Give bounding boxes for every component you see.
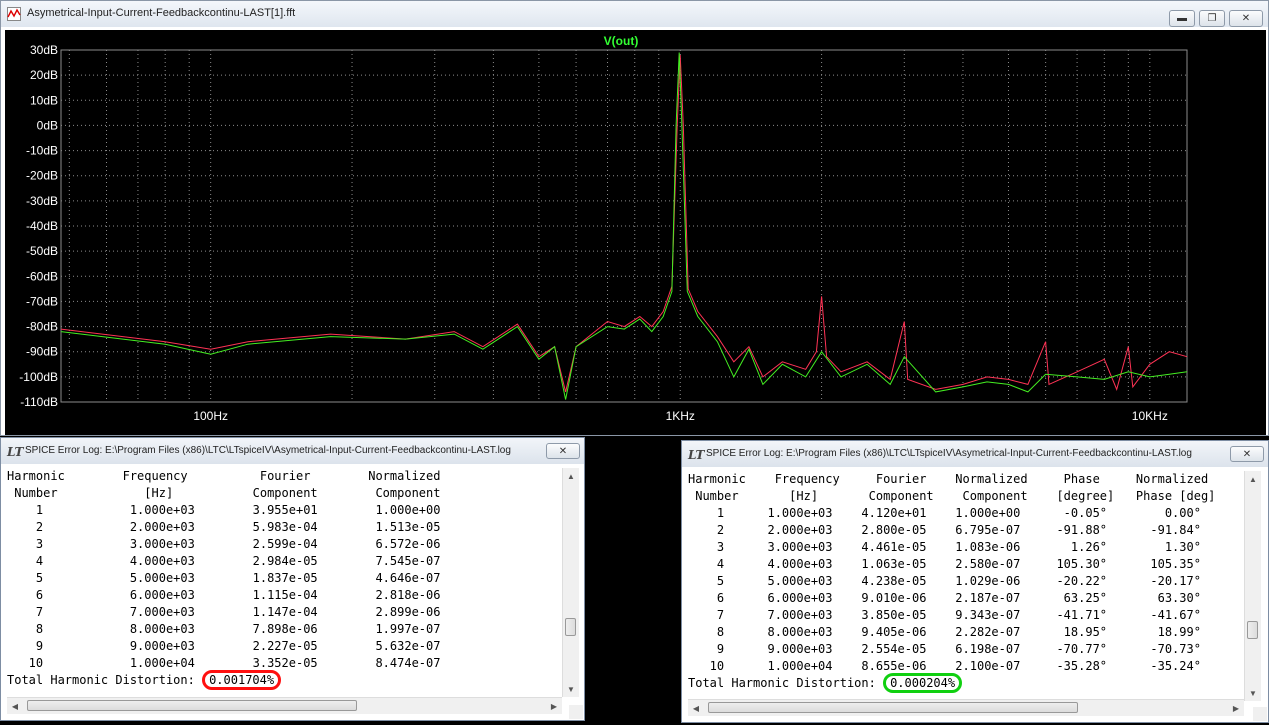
restore-button[interactable]: ❐ bbox=[1199, 10, 1225, 27]
log1-harmonics-table: Harmonic Frequency Fourier Normalized Nu… bbox=[7, 469, 441, 670]
scroll-right-icon[interactable]: ▶ bbox=[1228, 700, 1244, 716]
log1-thd-line: Total Harmonic Distortion: 0.001704% bbox=[7, 670, 562, 690]
close-icon: ✕ bbox=[558, 445, 568, 457]
ltspice-logo-icon: LT bbox=[688, 448, 705, 462]
scroll-thumb[interactable] bbox=[1247, 621, 1258, 639]
scroll-down-icon[interactable]: ▼ bbox=[1245, 685, 1261, 701]
spice-log-window-1: LT SPICE Error Log: E:\Program Files (x8… bbox=[0, 437, 585, 721]
log2-harmonics-table: Harmonic Frequency Fourier Normalized Ph… bbox=[688, 472, 1216, 673]
resize-grip[interactable] bbox=[569, 705, 583, 719]
log2-horizontal-scrollbar[interactable]: ◀ ▶ bbox=[688, 699, 1244, 716]
log1-text-area[interactable]: Harmonic Frequency Fourier Normalized Nu… bbox=[7, 468, 562, 695]
minimize-button[interactable]: ▬ bbox=[1169, 10, 1195, 27]
resize-grip[interactable] bbox=[1253, 707, 1267, 721]
series-line-1 bbox=[60, 54, 1188, 393]
thd-label: Total Harmonic Distortion: bbox=[688, 676, 884, 690]
y-tick-label: 10dB bbox=[30, 93, 58, 107]
close-icon: ✕ bbox=[1241, 13, 1251, 24]
plot-title[interactable]: V(out) bbox=[604, 34, 639, 48]
close-icon: ✕ bbox=[1242, 448, 1252, 460]
y-tick-label: -100dB bbox=[19, 370, 58, 384]
log2-thd-line: Total Harmonic Distortion: 0.000204% bbox=[688, 673, 1241, 693]
y-tick-label: -110dB bbox=[20, 395, 58, 409]
log2-close-button[interactable]: ✕ bbox=[1230, 446, 1264, 462]
y-tick-label: -70dB bbox=[26, 294, 58, 308]
x-tick-label: 1KHz bbox=[666, 409, 695, 423]
log2-title-bar[interactable]: LT SPICE Error Log: E:\Program Files (x8… bbox=[682, 441, 1268, 467]
y-tick-label: -60dB bbox=[26, 269, 58, 283]
scroll-thumb[interactable] bbox=[708, 702, 1078, 713]
log1-vertical-scrollbar[interactable]: ▲ ▼ bbox=[562, 468, 579, 697]
scroll-right-icon[interactable]: ▶ bbox=[546, 698, 562, 714]
y-tick-label: 30dB bbox=[30, 43, 58, 57]
thd-value-highlight: 0.001704% bbox=[202, 670, 282, 690]
close-button[interactable]: ✕ bbox=[1229, 10, 1263, 27]
scroll-up-icon[interactable]: ▲ bbox=[563, 468, 579, 484]
spice-log-window-2: LT SPICE Error Log: E:\Program Files (x8… bbox=[681, 440, 1269, 723]
y-tick-label: 0dB bbox=[37, 118, 58, 132]
log1-horizontal-scrollbar[interactable]: ◀ ▶ bbox=[7, 697, 562, 714]
thd-value-highlight: 0.000204% bbox=[883, 673, 963, 693]
y-axis-labels: 30dB 20dB 10dB 0dB -10dB -20dB -30dB -40dB -50dB… bbox=[19, 43, 58, 409]
x-tick-label: 100Hz bbox=[193, 409, 228, 423]
y-tick-label: 20dB bbox=[30, 68, 58, 82]
y-tick-label: -10dB bbox=[26, 144, 58, 158]
scroll-down-icon[interactable]: ▼ bbox=[563, 681, 579, 697]
x-axis-labels: 100Hz 1KHz 10KHz bbox=[193, 409, 1167, 423]
restore-icon: ❐ bbox=[1207, 13, 1217, 24]
log2-vertical-scrollbar[interactable]: ▲ ▼ bbox=[1244, 471, 1261, 701]
fft-window-title: Asymetrical-Input-Current-Feedbackcontin… bbox=[27, 7, 296, 19]
thd-label: Total Harmonic Distortion: bbox=[7, 673, 203, 687]
log2-title: SPICE Error Log: E:\Program Files (x86)\… bbox=[706, 448, 1192, 459]
y-tick-label: -30dB bbox=[26, 194, 58, 208]
y-tick-label: -40dB bbox=[26, 219, 58, 233]
x-tick-label: 10KHz bbox=[1132, 409, 1168, 423]
scroll-up-icon[interactable]: ▲ bbox=[1245, 471, 1261, 487]
y-tick-label: -50dB bbox=[26, 244, 58, 258]
log1-close-button[interactable]: ✕ bbox=[546, 443, 580, 459]
fft-plot[interactable]: 30dB 20dB 10dB 0dB -10dB -20dB -30dB -40dB -50dB… bbox=[5, 30, 1266, 435]
waveform-icon bbox=[7, 7, 21, 21]
scroll-left-icon[interactable]: ◀ bbox=[688, 700, 704, 716]
ltspice-logo-icon: LT bbox=[7, 445, 24, 459]
log1-title: SPICE Error Log: E:\Program Files (x86)\… bbox=[25, 445, 511, 456]
log2-text-area[interactable]: Harmonic Frequency Fourier Normalized Ph… bbox=[688, 471, 1241, 699]
y-tick-label: -90dB bbox=[26, 345, 58, 359]
y-tick-label: -80dB bbox=[26, 320, 58, 334]
scroll-left-icon[interactable]: ◀ bbox=[7, 698, 23, 714]
y-tick-label: -20dB bbox=[26, 169, 58, 183]
fft-title-bar[interactable]: Asymetrical-Input-Current-Feedbackcontin… bbox=[1, 1, 1268, 27]
scroll-thumb[interactable] bbox=[27, 700, 357, 711]
log1-title-bar[interactable]: LT SPICE Error Log: E:\Program Files (x8… bbox=[1, 438, 584, 464]
scroll-thumb[interactable] bbox=[565, 618, 576, 636]
fft-window: Asymetrical-Input-Current-Feedbackcontin… bbox=[0, 0, 1269, 436]
minimize-icon: ▬ bbox=[1177, 13, 1187, 24]
